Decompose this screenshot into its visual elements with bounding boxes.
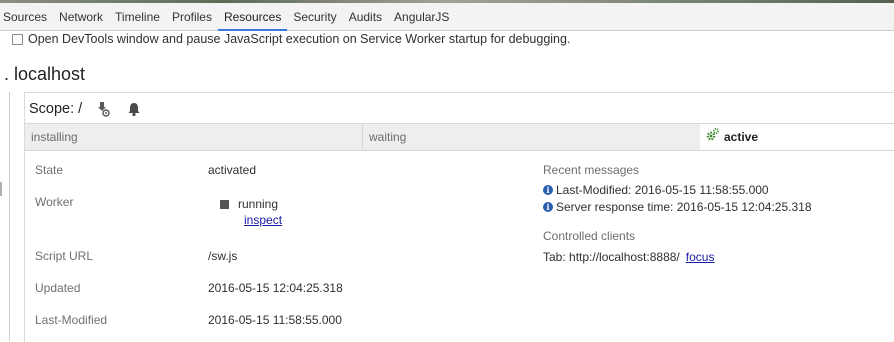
tab-security[interactable]: Security — [287, 6, 342, 29]
state-value: activated — [208, 163, 257, 177]
last-modified-label: Last-Modified — [35, 313, 108, 327]
message-item: i Server response time: 2016-05-15 12:04… — [543, 200, 812, 214]
focus-link[interactable]: focus — [686, 250, 715, 264]
tab-timeline[interactable]: Timeline — [109, 6, 166, 29]
devtools-tab-bar: Sources Network Timeline Profiles Resour… — [0, 0, 894, 31]
version-status-bar: installing waiting active — [25, 123, 894, 151]
state-label: State — [35, 163, 64, 177]
status-active-label: active — [724, 130, 759, 144]
origin-divider — [9, 92, 10, 341]
recent-messages-label: Recent messages — [543, 163, 640, 177]
info-icon: i — [543, 185, 553, 195]
script-url-value: /sw.js — [208, 249, 238, 263]
tab-angularjs[interactable]: AngularJS — [388, 6, 455, 29]
client-row: Tab: http://localhost:8888/ focus — [543, 250, 714, 264]
updated-value: 2016-05-15 12:04:25.318 — [208, 281, 343, 295]
pause-on-startup-checkbox[interactable] — [12, 33, 23, 45]
panel-tabs: Sources Network Timeline Profiles Resour… — [0, 6, 455, 31]
message-text: Last-Modified: 2016-05-15 11:58:55.000 — [556, 183, 769, 197]
status-installing: installing — [25, 124, 363, 150]
info-icon: i — [543, 202, 553, 212]
service-worker-registration: Scope: / installing waiting active State… — [24, 92, 894, 342]
push-icon[interactable] — [96, 101, 112, 117]
worker-status: running — [238, 197, 279, 211]
client-url: Tab: http://localhost:8888/ — [543, 250, 680, 264]
status-waiting: waiting — [363, 124, 700, 150]
worker-controls: running inspect — [220, 197, 282, 227]
updated-label: Updated — [35, 281, 81, 295]
bell-icon[interactable] — [126, 101, 142, 117]
origin-bullet: . — [4, 64, 10, 84]
tab-network[interactable]: Network — [53, 6, 109, 29]
tab-profiles[interactable]: Profiles — [166, 6, 218, 29]
scope-actions — [96, 101, 142, 117]
tab-sources[interactable]: Sources — [0, 6, 53, 29]
stop-worker-icon[interactable] — [220, 199, 229, 209]
script-url-label: Script URL — [35, 249, 94, 263]
controlled-clients-label: Controlled clients — [543, 229, 636, 243]
status-active: active — [700, 124, 894, 150]
origin-title: localhost — [14, 64, 86, 84]
last-modified-value: 2016-05-15 11:58:55.000 — [208, 313, 342, 327]
gears-icon — [706, 124, 720, 150]
tab-resources[interactable]: Resources — [217, 6, 288, 31]
scope-label: Scope: / — [29, 101, 83, 117]
panel-resize-handle[interactable] — [0, 182, 2, 196]
pause-on-startup-option[interactable]: Open DevTools window and pause JavaScrip… — [12, 31, 570, 47]
origin-header: . localhost — [4, 64, 85, 85]
scope-row: Scope: / — [29, 99, 142, 119]
tab-audits[interactable]: Audits — [343, 6, 388, 29]
pause-on-startup-label: Open DevTools window and pause JavaScrip… — [28, 32, 571, 46]
message-text: Server response time: 2016-05-15 12:04:2… — [556, 200, 812, 214]
message-item: i Last-Modified: 2016-05-15 11:58:55.000 — [543, 183, 769, 197]
window-background-strip — [0, 0, 894, 3]
worker-label: Worker — [35, 195, 74, 209]
inspect-link[interactable]: inspect — [244, 213, 282, 227]
worker-status-row: running — [220, 197, 282, 211]
